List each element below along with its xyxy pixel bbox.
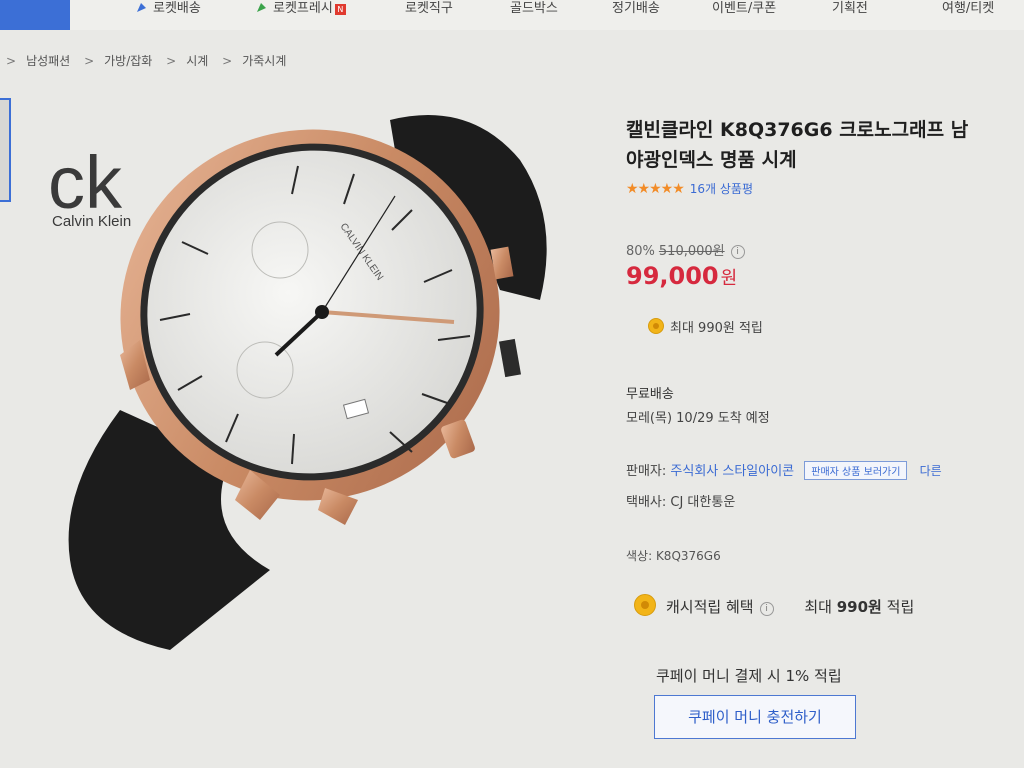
nav-item-label: 이벤트/쿠폰 bbox=[712, 1, 777, 16]
sale-price-value: 99,000 bbox=[626, 262, 719, 290]
fresh-icon bbox=[256, 2, 267, 13]
breadcrumb-item-mens-fashion[interactable]: 남성패션 bbox=[26, 54, 70, 68]
watch-hand-center bbox=[315, 305, 329, 319]
cashback-max-suffix: 적립 bbox=[886, 598, 915, 616]
reward-points-text: 최대 990원 적립 bbox=[670, 321, 763, 336]
coupay-info: 쿠페이 머니 결제 시 1% 적립 bbox=[656, 667, 842, 685]
original-price: 510,000원 bbox=[658, 244, 725, 259]
nav-item-rocket-fresh[interactable]: 로켓프레시 N bbox=[256, 0, 346, 16]
new-badge: N bbox=[334, 4, 346, 15]
info-icon[interactable]: i bbox=[759, 602, 774, 616]
nav-item-subscription[interactable]: 정기배송 bbox=[612, 0, 660, 16]
nav-item-events-coupons[interactable]: 이벤트/쿠폰 bbox=[712, 0, 776, 16]
nav-item-goldbox[interactable]: 골드박스 bbox=[510, 0, 558, 16]
nav-item-rocket-direct[interactable]: 로켓직구 bbox=[405, 0, 453, 16]
product-rating: ★★★★★ 16개 상품평 bbox=[626, 178, 753, 197]
discount-row: 80% 510,000원 i bbox=[626, 240, 745, 259]
top-nav: 로켓배송 로켓프레시 N 로켓직구 골드박스 정기배송 이벤트/쿠폰 기획전 여행… bbox=[0, 0, 1024, 30]
nav-item-label: 로켓직구 bbox=[405, 1, 453, 16]
nav-item-label: 골드박스 bbox=[510, 1, 558, 16]
cashback-benefit: 캐시적립 혜택 i 최대 990원 적립 bbox=[634, 594, 914, 617]
nav-item-label: 정기배송 bbox=[612, 1, 660, 16]
nav-item-travel-tickets[interactable]: 여행/티켓 bbox=[942, 0, 994, 16]
review-count-link[interactable]: 16개 상품평 bbox=[690, 182, 753, 196]
breadcrumb-item-leather-watches[interactable]: 가죽시계 bbox=[242, 54, 286, 68]
breadcrumb-separator: > bbox=[6, 54, 17, 68]
seller-label: 판매자: bbox=[626, 464, 667, 479]
delivery-estimate: 모레(목) 10/29 도착 예정 bbox=[626, 411, 770, 426]
breadcrumb-item-bags-accessories[interactable]: 가방/잡화 bbox=[104, 54, 152, 68]
cashback-label: 캐시적립 혜택 bbox=[666, 598, 754, 616]
rocket-icon bbox=[136, 2, 147, 13]
watch-pusher-middle bbox=[498, 338, 522, 378]
breadcrumb-separator: > bbox=[84, 54, 95, 68]
brand-name-text: Calvin Klein bbox=[52, 213, 131, 230]
nav-item-rocket-delivery[interactable]: 로켓배송 bbox=[136, 0, 201, 16]
logo-block[interactable] bbox=[0, 0, 70, 30]
reward-points: 최대 990원 적립 bbox=[648, 317, 763, 336]
coin-icon bbox=[634, 594, 656, 616]
other-sellers-link[interactable]: 다른 bbox=[920, 462, 942, 479]
nav-item-label: 로켓배송 bbox=[153, 1, 201, 16]
cashback-max-value: 990원 bbox=[836, 598, 882, 616]
sale-price: 99,000 원 bbox=[626, 262, 737, 290]
sale-price-unit: 원 bbox=[720, 268, 738, 289]
info-icon[interactable]: i bbox=[730, 245, 745, 259]
discount-rate: 80% bbox=[626, 244, 655, 259]
shipping-label: 무료배송 bbox=[626, 387, 674, 402]
courier-info: 택배사: CJ 대한통운 bbox=[626, 495, 736, 510]
cashback-max-prefix: 최대 bbox=[804, 598, 832, 616]
product-title-line2: 야광인덱스 명품 시계 bbox=[626, 149, 797, 171]
color-option: 색상: K8Q376G6 bbox=[626, 549, 721, 563]
seller-name-link[interactable]: 주식회사 스타일아이콘 bbox=[670, 464, 794, 479]
breadcrumb-separator: > bbox=[166, 54, 177, 68]
star-rating: ★★★★★ bbox=[626, 181, 685, 197]
breadcrumb-item-watches[interactable]: 시계 bbox=[186, 54, 208, 68]
thumbnail-selected[interactable] bbox=[0, 98, 11, 202]
brand-logo-text: ck bbox=[48, 141, 123, 224]
breadcrumb-separator: > bbox=[222, 54, 233, 68]
product-title-line1: 캘빈클라인 K8Q376G6 크로노그래프 남 bbox=[626, 119, 969, 141]
coin-icon bbox=[648, 318, 664, 334]
product-title: 캘빈클라인 K8Q376G6 크로노그래프 남 야광인덱스 명품 시계 bbox=[626, 115, 968, 175]
seller-row: 판매자: 주식회사 스타일아이콘 판매자 상품 보러가기 다른 bbox=[626, 460, 942, 480]
product-image[interactable]: ck Calvin Klein CALVIN KLEIN bbox=[40, 100, 600, 660]
seller-products-button[interactable]: 판매자 상품 보러가기 bbox=[804, 461, 908, 480]
nav-item-promotions[interactable]: 기획전 bbox=[832, 0, 868, 16]
nav-item-label: 여행/티켓 bbox=[942, 1, 995, 16]
coupay-charge-button[interactable]: 쿠페이 머니 충전하기 bbox=[654, 695, 856, 739]
nav-item-label: 로켓프레시 bbox=[273, 1, 333, 16]
nav-item-label: 기획전 bbox=[832, 1, 868, 16]
cashback-max: 최대 990원 적립 bbox=[804, 598, 914, 616]
breadcrumb: > 남성패션 > 가방/잡화 > 시계 > 가죽시계 bbox=[6, 52, 286, 69]
